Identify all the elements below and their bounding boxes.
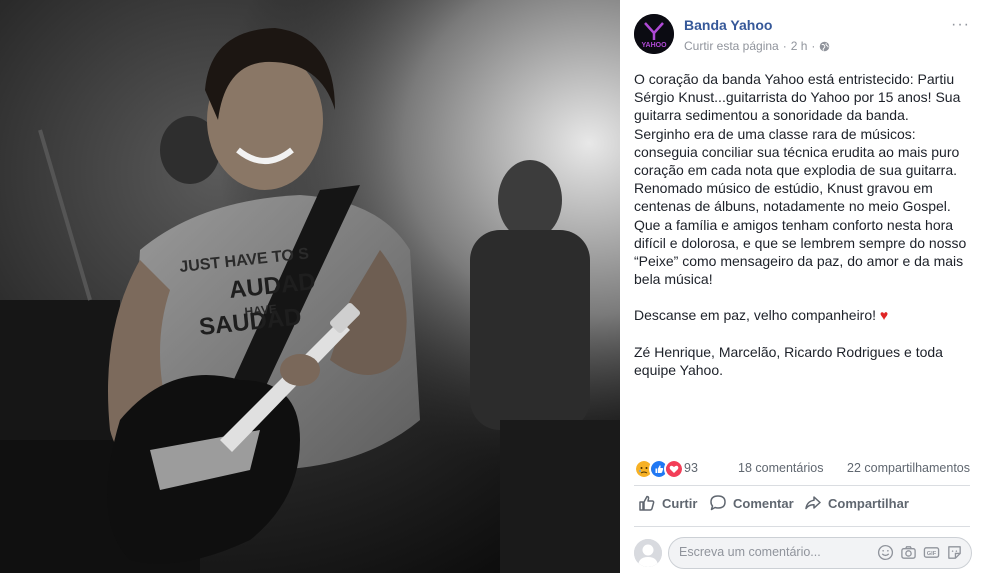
post-paragraph-2: Descanse em paz, velho companheiro! ♥ [634,306,968,324]
globe-icon[interactable] [819,41,830,52]
thumbs-up-icon [639,495,655,511]
more-options-icon[interactable]: ··· [951,16,970,34]
post-body: O coração da banda Yahoo está entristeci… [634,70,968,397]
emoji-icon[interactable] [877,544,894,561]
comment-button-label: Comentar [733,495,794,511]
page-name-link[interactable]: Banda Yahoo [684,17,772,33]
comment-tools: GIF [877,544,963,561]
post-photo[interactable]: JUST HAVE TO S AUDAD HAVE SAUDAD [0,0,620,573]
reaction-count[interactable]: 93 [684,461,698,475]
reactions-bar: 93 18 comentários 22 compartilhamentos [634,458,970,479]
user-avatar[interactable] [634,539,662,567]
love-reaction-icon [664,459,684,479]
post-panel: YAHOO Banda Yahoo Curtir esta página · 2… [620,0,984,573]
sticker-icon[interactable] [946,544,963,561]
like-button-label: Curtir [662,495,698,511]
comments-count-link[interactable]: 18 comentários [738,461,823,475]
svg-text:GIF: GIF [927,551,937,557]
like-button[interactable]: Curtir [638,494,697,512]
red-heart-emoji-icon: ♥ [879,307,889,324]
post-paragraph-2-text: Descanse em paz, velho companheiro! [634,307,877,324]
reaction-icons[interactable] [634,459,684,479]
user-silhouette-icon [634,539,662,567]
divider-bottom [634,526,970,527]
like-page-link[interactable]: Curtir esta página [684,39,779,53]
share-button-label: Compartilhar [828,495,909,511]
post-time[interactable]: 2 h [791,39,808,53]
shares-count-link[interactable]: 22 compartilhamentos [847,461,970,475]
divider-top [634,485,970,486]
comment-placeholder: Escreva um comentário... [679,545,821,559]
avatar-text: YAHOO [641,42,667,49]
post-paragraph-3: Zé Henrique, Marcelão, Ricardo Rodrigues… [634,343,943,378]
comment-button[interactable]: Comentar [709,494,794,512]
post-paragraph-1: O coração da banda Yahoo está entristeci… [634,71,967,288]
share-arrow-icon [805,496,821,510]
post-header: YAHOO Banda Yahoo Curtir esta página · 2… [634,14,970,58]
camera-icon[interactable] [900,544,917,561]
meta-separator: · [782,39,787,53]
action-bar: Curtir Comentar Compartilhar [634,494,970,520]
post-meta: Curtir esta página · 2 h · [684,39,830,53]
share-button[interactable]: Compartilhar [804,494,909,512]
comment-input[interactable]: Escreva um comentário... GIF [668,537,972,569]
page-avatar[interactable]: YAHOO [634,14,674,54]
comment-bubble-icon [710,495,726,511]
meta-separator-2: · [811,39,816,53]
page-avatar-logo: YAHOO [634,14,674,54]
gif-icon[interactable]: GIF [923,544,940,561]
photo-image: JUST HAVE TO S AUDAD HAVE SAUDAD [0,0,620,573]
